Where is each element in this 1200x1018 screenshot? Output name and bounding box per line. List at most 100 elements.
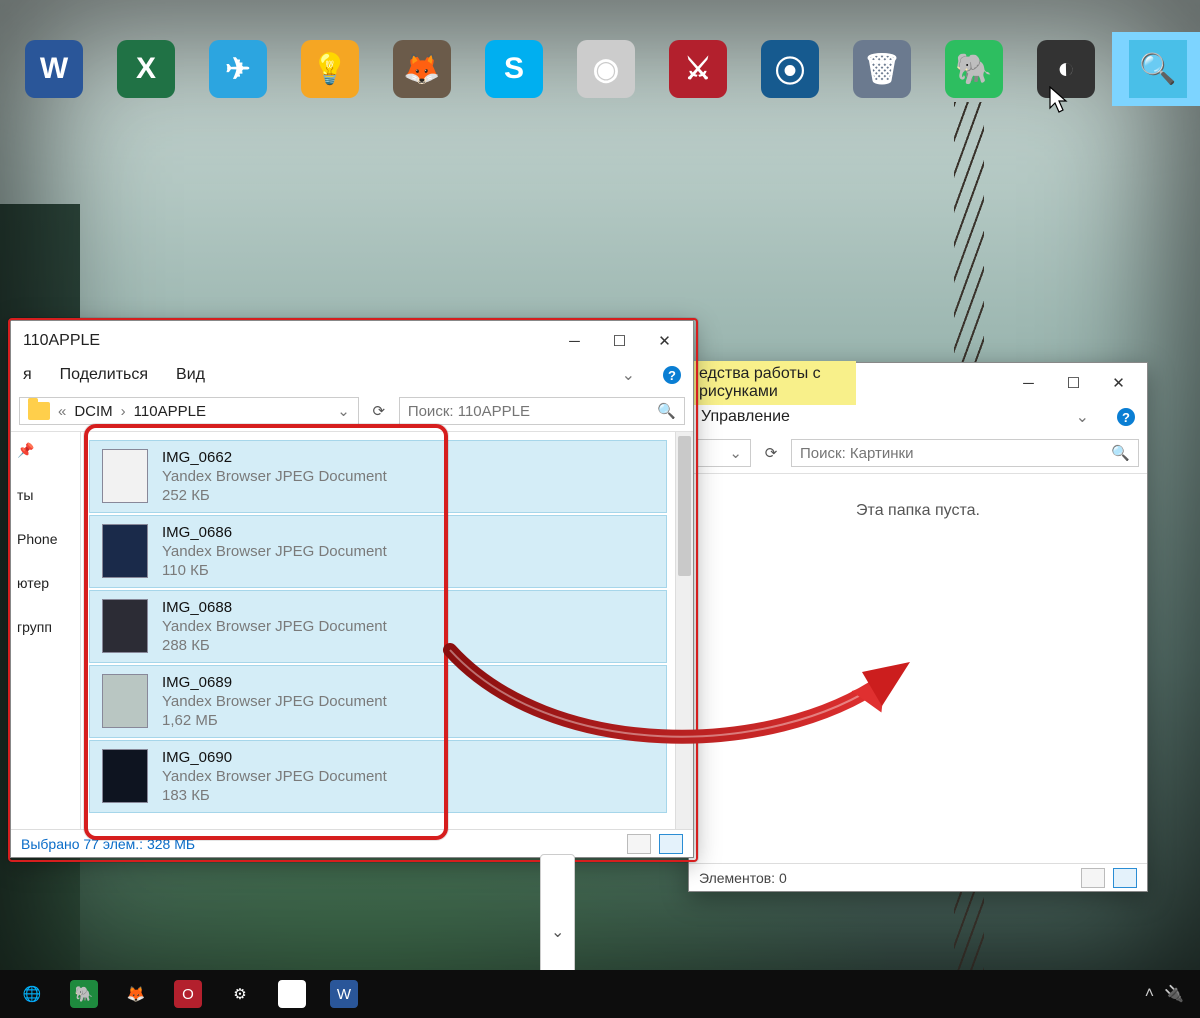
evernote-taskbar-icon[interactable]: 🐘 (58, 972, 110, 1016)
itunes-taskbar-icon[interactable]: ♫ (266, 972, 318, 1016)
address-bar-row: « DCIM › 110APPLE ⌄ ⟳ 🔍 (11, 393, 693, 432)
file-thumbnail (102, 599, 148, 653)
maximize-button[interactable]: ☐ (597, 322, 642, 360)
ribbon-chevron-icon[interactable]: ⌄ (1076, 407, 1089, 427)
delphi-icon[interactable]: ⚔ (652, 32, 744, 106)
skype-icon[interactable]: S (468, 32, 560, 106)
breadcrumb-part[interactable]: DCIM (74, 403, 112, 420)
details-view-button[interactable] (1081, 868, 1105, 888)
tray-chevron-icon[interactable]: ˄ (1145, 985, 1154, 1003)
close-button[interactable]: ✕ (1096, 364, 1141, 402)
search-input[interactable] (408, 403, 650, 420)
help-icon[interactable]: ? (1117, 408, 1135, 426)
breadcrumb-part[interactable]: 110APPLE (134, 403, 206, 420)
address-bar[interactable]: ⌄ (697, 439, 751, 467)
search-box[interactable]: 🔍 (791, 439, 1139, 467)
close-button[interactable]: ✕ (642, 322, 687, 360)
search-icon[interactable]: 🔍 (657, 402, 676, 420)
chrome-taskbar-icon[interactable]: 🌐 (6, 972, 58, 1016)
help-icon[interactable]: ? (663, 366, 681, 384)
telegram-icon: ✈ (209, 40, 267, 98)
steam-icon: ⦿ (761, 40, 819, 98)
scrollbar-thumb[interactable] (678, 436, 691, 576)
chevron-down-icon[interactable]: ⌄ (337, 402, 350, 420)
chevron-down-icon[interactable]: ⌄ (729, 444, 742, 462)
scrollbar[interactable] (675, 432, 693, 829)
file-type: Yandex Browser JPEG Document (162, 768, 387, 785)
lightbulb-icon: 💡 (301, 40, 359, 98)
address-bar[interactable]: « DCIM › 110APPLE ⌄ (19, 397, 359, 425)
gimp-taskbar-icon: 🦊 (122, 980, 150, 1008)
excel-icon[interactable]: X (100, 32, 192, 106)
ribbon-tab[interactable]: Поделиться (60, 366, 148, 384)
pin-icon[interactable]: 📌 (17, 442, 74, 459)
gimp-icon[interactable]: 🦊 (376, 32, 468, 106)
settings-taskbar-icon[interactable]: ⚙ (214, 972, 266, 1016)
file-type: Yandex Browser JPEG Document (162, 693, 387, 710)
search-box[interactable]: 🔍 (399, 397, 685, 425)
file-size: 288 КБ (162, 637, 387, 654)
ribbon-chevron-icon[interactable]: ⌄ (622, 365, 635, 385)
skype-icon: S (485, 40, 543, 98)
ribbon-tab-tools[interactable]: едства работы с рисунками (693, 361, 856, 405)
recycle-icon: 🗑 (853, 40, 911, 98)
nav-tree-item[interactable]: ютер (17, 575, 74, 591)
file-name: IMG_0662 (162, 449, 387, 466)
refresh-button[interactable]: ⟳ (757, 440, 785, 466)
file-list[interactable]: IMG_0662Yandex Browser JPEG Document252 … (81, 432, 675, 829)
nav-tree-item[interactable]: ты (17, 487, 74, 503)
ribbon-tabs: я Поделиться Вид ⌄ ? (11, 361, 693, 393)
titlebar[interactable]: едства работы с рисунками ─ ☐ ✕ (689, 363, 1147, 403)
tray-power-icon[interactable]: 🔌 (1164, 984, 1184, 1004)
explorer-window-pictures[interactable]: едства работы с рисунками ─ ☐ ✕ Управлен… (688, 362, 1148, 892)
word-icon[interactable]: W (8, 32, 100, 106)
file-type: Yandex Browser JPEG Document (162, 618, 387, 635)
ribbon-tab-manage[interactable]: Управление (701, 408, 790, 426)
evernote-icon[interactable]: 🐘 (928, 32, 1020, 106)
thumbnails-view-button[interactable] (659, 834, 683, 854)
telegram-icon[interactable]: ✈ (192, 32, 284, 106)
minimize-button[interactable]: ─ (552, 322, 597, 360)
explorer-window-110apple[interactable]: 110APPLE ─ ☐ ✕ я Поделиться Вид ⌄ ? « DCIM… (10, 320, 694, 858)
navigation-pane[interactable]: 📌 ты Phone ютер групп (11, 432, 81, 829)
chrome-icon[interactable]: ◉ (560, 32, 652, 106)
magnifier-icon[interactable]: 🔍 (1112, 32, 1200, 106)
file-thumbnail (102, 524, 148, 578)
thumbnails-view-button[interactable] (1113, 868, 1137, 888)
item-count: Элементов: 0 (699, 870, 787, 886)
system-tray[interactable]: ˄ 🔌 (1145, 984, 1194, 1004)
file-size: 183 КБ (162, 787, 387, 804)
gimp-taskbar-icon[interactable]: 🦊 (110, 972, 162, 1016)
opera-taskbar-icon[interactable]: O (162, 972, 214, 1016)
ribbon-tab[interactable]: Вид (176, 366, 205, 384)
details-view-button[interactable] (627, 834, 651, 854)
breadcrumb-prefix: « (58, 403, 66, 420)
word-taskbar-icon[interactable]: W (318, 972, 370, 1016)
search-input[interactable] (800, 445, 1103, 462)
gimp-icon: 🦊 (393, 40, 451, 98)
cursor-icon (1049, 86, 1069, 114)
steam-icon[interactable]: ⦿ (744, 32, 836, 106)
file-type: Yandex Browser JPEG Document (162, 543, 387, 560)
file-item[interactable]: IMG_0662Yandex Browser JPEG Document252 … (89, 440, 667, 513)
lightbulb-icon[interactable]: 💡 (284, 32, 376, 106)
nav-tree-item[interactable]: Phone (17, 531, 74, 547)
content-area: 📌 тыPhoneютергрупп IMG_0662Yandex Browse… (11, 432, 693, 829)
file-item[interactable]: IMG_0689Yandex Browser JPEG Document1,62… (89, 665, 667, 738)
minimize-button[interactable]: ─ (1006, 364, 1051, 402)
file-thumbnail (102, 749, 148, 803)
app-dock: WX✈💡🦊S◉⚔⦿🗑🐘◐🔍 (8, 32, 1200, 106)
maximize-button[interactable]: ☐ (1051, 364, 1096, 402)
taskbar[interactable]: 🌐🐘 🦊 O⚙♫W ˄ 🔌 (0, 970, 1200, 1018)
search-icon[interactable]: 🔍 (1111, 444, 1130, 462)
file-thumbnail (102, 674, 148, 728)
ribbon-tab[interactable]: я (23, 366, 32, 384)
file-item[interactable]: IMG_0690Yandex Browser JPEG Document183 … (89, 740, 667, 813)
titlebar[interactable]: 110APPLE ─ ☐ ✕ (11, 321, 693, 361)
file-item[interactable]: IMG_0688Yandex Browser JPEG Document288 … (89, 590, 667, 663)
recycle-icon[interactable]: 🗑 (836, 32, 928, 106)
refresh-button[interactable]: ⟳ (365, 398, 393, 424)
file-item[interactable]: IMG_0686Yandex Browser JPEG Document110 … (89, 515, 667, 588)
excel-icon: X (117, 40, 175, 98)
nav-tree-item[interactable]: групп (17, 619, 74, 635)
